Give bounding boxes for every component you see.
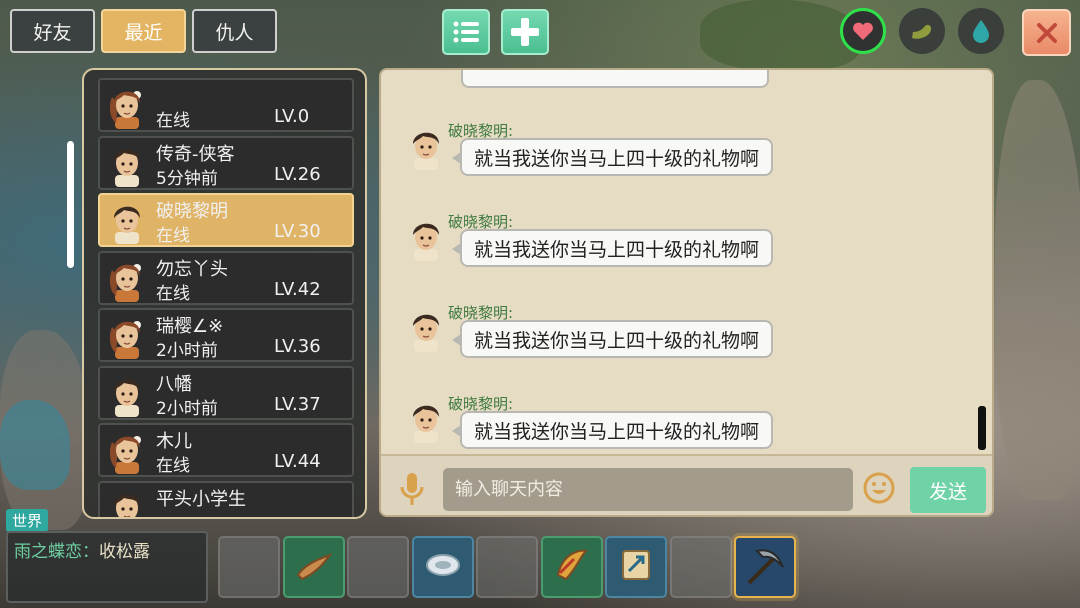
plus-icon [511,18,539,46]
tab-recent[interactable]: 最近 [101,9,186,53]
chat-scrollbar[interactable] [978,406,986,450]
horn-icon [552,545,592,589]
close-button[interactable] [1022,9,1071,56]
friend-avatar [106,371,148,417]
message-bubble: 就当我送你当马上四十级的礼物啊 [451,411,774,449]
friend-avatar [106,141,148,187]
pickaxe-icon [743,543,787,591]
sender-avatar[interactable] [405,124,447,170]
chat-message: 破晓黎明: 就当我送你当马上四十级的礼物啊 [405,120,965,200]
heart-icon [853,22,873,40]
friend-name: 勿忘丫头 [156,258,228,280]
hotbar-slot[interactable] [412,536,474,598]
stomach-icon [912,24,932,39]
chat-message: 破晓黎明: 就当我送你当马上四十级的礼物啊 [405,211,965,291]
sender-avatar[interactable] [405,397,447,443]
hotbar-slot[interactable] [347,536,409,598]
chat-input-row: 发送 [381,454,992,515]
friend-list-scrollbar[interactable] [67,141,74,268]
sender-avatar[interactable] [405,215,447,261]
tab-friends[interactable]: 好友 [10,9,95,53]
friend-status: 2小时前 [156,341,218,361]
friend-avatar [106,256,148,302]
friend-level: LV.36 [274,336,321,357]
friend-level: LV.44 [274,451,321,472]
hotbar-slot[interactable] [734,536,796,598]
friend-name: 传奇-侠客 [156,143,235,165]
chat-panel: 破晓黎明: 就当我送你当马上四十级的礼物啊 破晓黎明: 就当我送你当马上四十级的礼物啊… [379,68,994,517]
tab-enemies[interactable]: 仇人 [192,9,277,53]
hotbar-slot[interactable] [218,536,280,598]
list-icon [453,21,479,43]
smiley-icon [863,472,895,504]
friend-row[interactable]: 传奇-侠客 5分钟前 LV.26 [98,135,354,190]
background-tree [700,0,860,70]
friend-avatar [106,486,148,517]
message-bubble: 就当我送你当马上四十级的礼物啊 [451,229,774,267]
friend-row[interactable]: 破晓黎明在线 LV.30 [98,193,354,247]
health-status[interactable] [840,8,886,54]
friends-panel: 在线 LV.0 传奇-侠客 5分钟前 LV.26 破晓黎明 在线 LV.30 勿忘丫头 在线 LV.… [82,68,367,519]
friend-row[interactable]: 平头小学生 [98,480,354,517]
friend-name: 八幡 [156,373,192,395]
friend-level: LV.26 [274,163,321,185]
world-message-sender: 雨之蝶恋： [14,542,99,562]
message-bubble: 就当我送你当马上四十级的礼物啊 [451,320,774,358]
background-water [0,400,70,490]
send-button[interactable]: 发送 [910,467,986,513]
friend-level: LV.30 [274,221,321,242]
friend-row[interactable]: 木儿在线 LV.44 [98,423,354,477]
hotbar-slot[interactable] [541,536,603,598]
friend-level: LV.37 [274,393,321,415]
hotbar-slot[interactable] [476,536,538,598]
thirst-status[interactable] [958,8,1004,54]
friend-avatar [106,198,148,244]
world-channel-tag[interactable]: 世界 [6,509,49,532]
friend-status: 在线 [156,283,190,304]
close-icon [1036,22,1057,43]
friend-avatar [106,313,148,359]
background-cliff [995,80,1080,500]
chat-message: 破晓黎明: 就当我送你当马上四十级的礼物啊 [405,302,965,382]
world-chat-box[interactable]: 雨之蝶恋：收松露 [6,531,208,603]
message-bubble: 就当我送你当马上四十级的礼物啊 [451,138,774,176]
wooden-boomerang-icon [294,545,334,589]
friend-status: 在线 [156,111,190,131]
friend-list-button[interactable] [442,9,490,55]
friend-status: 2小时前 [156,398,218,419]
friend-name: 木儿 [156,431,192,452]
water-drop-icon [973,20,989,43]
add-friend-button[interactable] [501,9,549,55]
friend-avatar [106,428,148,474]
friend-name: 平头小学生 [156,488,246,510]
hotbar-slot[interactable] [605,536,667,598]
friend-name: 破晓黎明 [156,201,228,222]
friend-row[interactable]: 勿忘丫头在线 LV.42 [98,250,354,305]
hunger-status[interactable] [899,8,945,54]
friend-status: 5分钟前 [156,168,218,189]
map-scroll-icon [616,545,656,589]
chat-input[interactable] [443,468,853,511]
friend-name: 瑞樱∠※ [156,316,224,337]
microphone-icon [400,473,424,505]
friend-level: LV.0 [274,106,310,127]
fish-disc-icon [423,545,463,589]
friend-row[interactable]: 瑞樱∠※ 2小时前 LV.36 [98,308,354,362]
emoji-button[interactable] [863,472,895,504]
friend-level: LV.42 [274,278,321,300]
friend-status: 在线 [156,456,190,476]
hotbar-slot[interactable] [283,536,345,598]
friend-avatar [106,83,148,129]
friend-row[interactable]: 在线 LV.0 [98,78,354,132]
microphone-button[interactable] [399,472,425,508]
friend-row[interactable]: 八幡 2小时前 LV.37 [98,365,354,420]
sender-avatar[interactable] [405,306,447,352]
friend-status: 在线 [156,226,190,246]
world-message-text: 收松露 [99,542,150,562]
hotbar-slot[interactable] [670,536,732,598]
previous-message-bubble [461,70,769,88]
